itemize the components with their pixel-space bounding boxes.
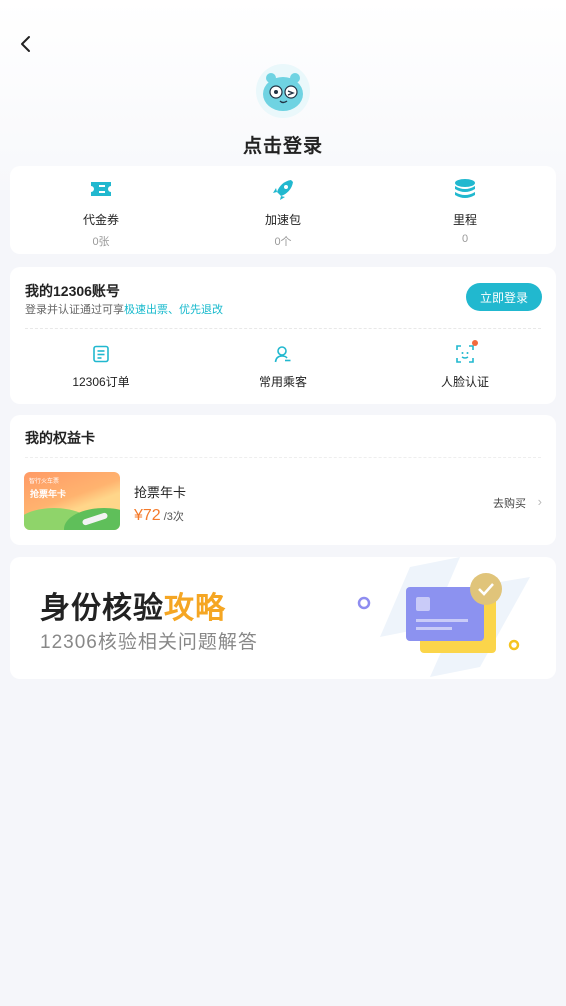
account-subtitle-text: 登录并认证通过可享 xyxy=(25,304,124,316)
link-label: 人脸认证 xyxy=(440,375,489,389)
face-scan-icon xyxy=(454,340,478,365)
annual-card-image[interactable]: 智行火车票 抢票年卡 xyxy=(24,472,120,530)
card-name: 抢票年卡 xyxy=(30,489,67,499)
benefit-price-line: ¥72/3次 xyxy=(134,507,184,525)
link-frequent-passengers[interactable]: 常用乘客 xyxy=(192,343,374,390)
banner-subtitle: 12306核验相关问题解答 xyxy=(40,632,258,653)
stat-label: 加速包 xyxy=(264,213,301,227)
card-brand: 智行火车票 xyxy=(29,479,60,485)
stat-boost-pack[interactable]: 加速包 0个 xyxy=(192,166,374,254)
account-subtitle: 登录并认证通过可享极速出票、优先退改 xyxy=(25,301,223,317)
link-label: 12306订单 xyxy=(72,375,130,389)
stat-value: 0 xyxy=(461,233,469,245)
ticket-icon xyxy=(88,178,114,200)
avatar[interactable] xyxy=(256,64,310,118)
benefit-card: 我的权益卡 智行火车票 抢票年卡 抢票年卡 ¥72/3次 去购买 › xyxy=(10,415,556,545)
back-button[interactable] xyxy=(14,32,38,56)
divider xyxy=(25,328,541,329)
benefit-name: 抢票年卡 xyxy=(134,485,187,500)
link-face-verification[interactable]: 人脸认证 xyxy=(374,340,556,390)
link-label: 常用乘客 xyxy=(258,375,307,389)
stat-label: 里程 xyxy=(452,213,477,227)
account-links: 12306订单 常用乘客 人脸认证 xyxy=(10,340,556,390)
link-12306-orders[interactable]: 12306订单 xyxy=(10,343,192,390)
stat-value: 0张 xyxy=(92,236,110,248)
banner-title-accent: 攻略 xyxy=(164,592,226,625)
order-icon xyxy=(90,343,112,365)
banner-title-main: 身份核验 xyxy=(40,592,164,625)
coins-icon xyxy=(452,178,478,200)
divider xyxy=(25,457,541,458)
banner-title: 身份核验攻略 xyxy=(40,583,226,627)
notification-dot xyxy=(472,340,478,346)
back-arrow-icon xyxy=(21,36,30,52)
chevron-right-icon[interactable]: › xyxy=(538,494,542,509)
account-title: 我的12306账号 xyxy=(25,283,120,299)
stat-value: 0个 xyxy=(274,236,292,248)
id-verification-banner[interactable]: 身份核验攻略 12306核验相关问题解答 xyxy=(10,557,556,679)
passenger-icon xyxy=(272,343,294,365)
mascot-avatar-icon xyxy=(263,73,303,111)
login-prompt[interactable]: 点击登录 xyxy=(0,131,566,158)
stat-voucher[interactable]: 代金券 0张 xyxy=(10,166,192,254)
assets-card: 代金券 0张 加速包 0个 里程 0 xyxy=(10,166,556,254)
stat-label: 代金券 xyxy=(82,213,119,227)
stat-mileage[interactable]: 里程 0 xyxy=(374,166,556,254)
account-subtitle-highlight: 极速出票、优先退改 xyxy=(124,304,223,316)
account-card: 我的12306账号 登录并认证通过可享极速出票、优先退改 立即登录 12306订… xyxy=(10,267,556,404)
rocket-icon xyxy=(270,178,296,200)
login-now-button[interactable]: 立即登录 xyxy=(466,283,542,311)
benefit-price: ¥72 xyxy=(134,507,161,524)
benefit-title: 我的权益卡 xyxy=(25,430,95,446)
benefit-count: /3次 xyxy=(163,511,184,523)
buy-button[interactable]: 去购买 xyxy=(493,495,526,511)
